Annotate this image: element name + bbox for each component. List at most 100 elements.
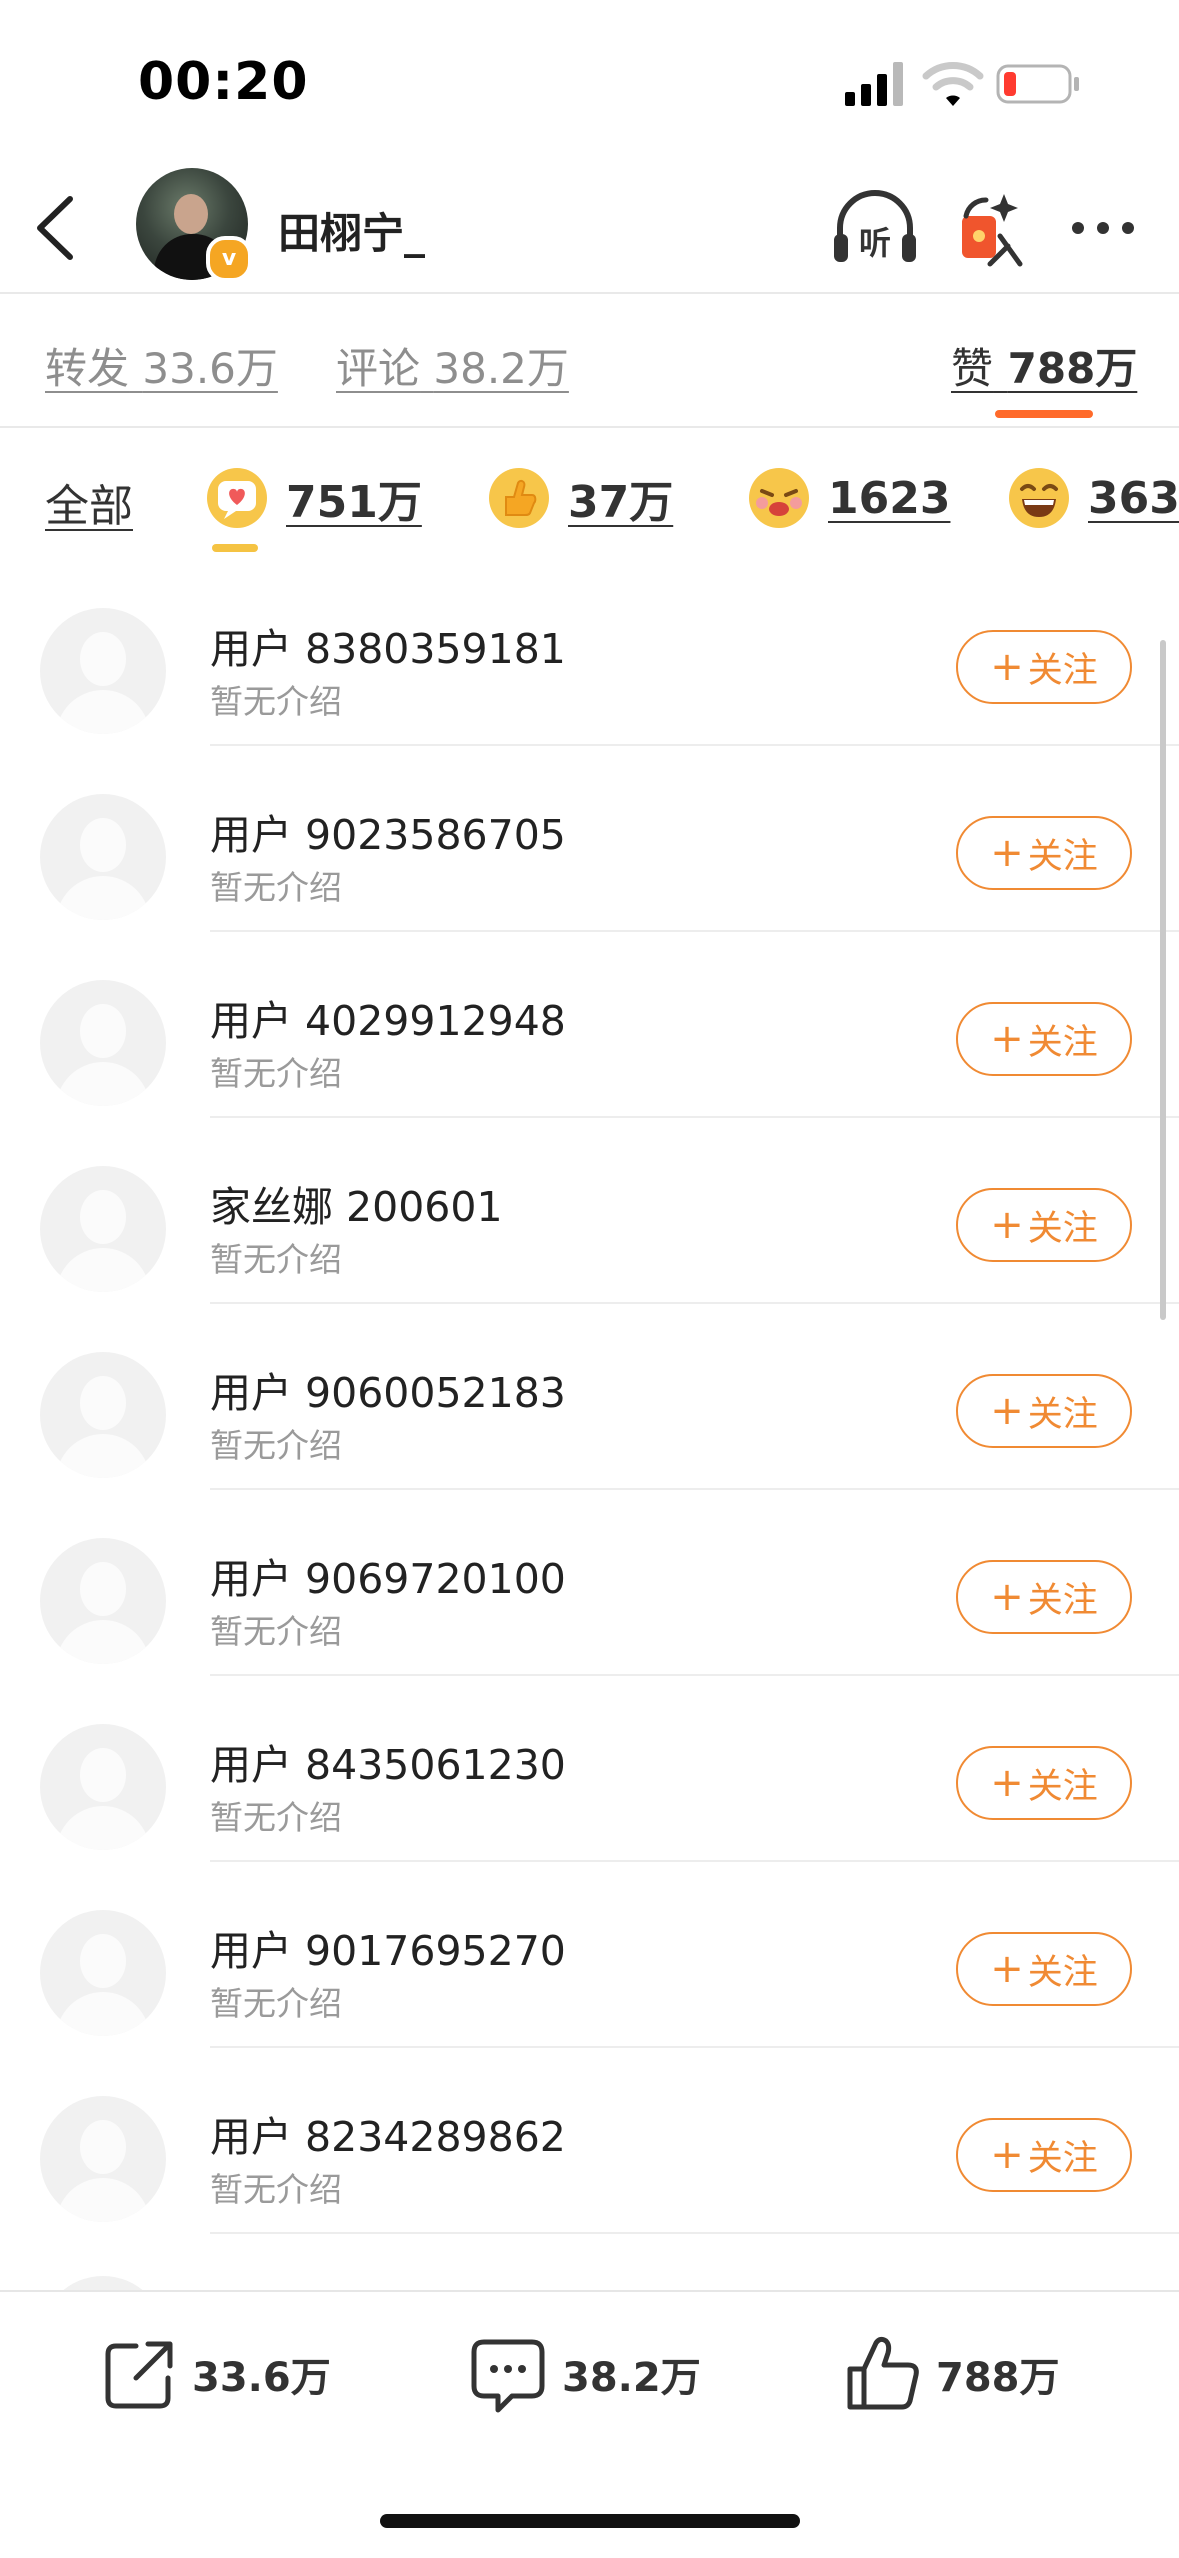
plus-icon: + bbox=[990, 830, 1024, 876]
tab-active-indicator bbox=[995, 410, 1093, 418]
follow-label: 关注 bbox=[1027, 1022, 1098, 1063]
follow-label: 关注 bbox=[1027, 836, 1098, 877]
laughing-emoji-icon bbox=[1009, 468, 1069, 528]
follow-button[interactable]: + 关注 bbox=[956, 816, 1132, 890]
user-bio: 暂无介绍 bbox=[210, 868, 342, 907]
reaction-filter-laughing[interactable]: 363 bbox=[1008, 462, 1179, 534]
list-item[interactable]: 用户 8380359181 暂无介绍 + 关注 bbox=[0, 560, 1179, 746]
follow-label: 关注 bbox=[1027, 2138, 1098, 2179]
tab-repost-count: 33.6万 bbox=[142, 344, 278, 393]
gift-icon[interactable] bbox=[956, 186, 1028, 268]
user-bio: 暂无介绍 bbox=[210, 682, 342, 721]
user-avatar[interactable] bbox=[40, 1538, 166, 1664]
tab-like-count: 788万 bbox=[1007, 344, 1138, 393]
tab-like[interactable]: 赞 788万 bbox=[951, 335, 1137, 396]
follow-label: 关注 bbox=[1027, 1580, 1098, 1621]
user-avatar[interactable] bbox=[40, 794, 166, 920]
list-item[interactable]: 用户 9023586705 暂无介绍 + 关注 bbox=[0, 746, 1179, 932]
repost-button[interactable]: 33.6万 bbox=[102, 2330, 331, 2418]
list-item[interactable]: 用户 9017695270 暂无介绍 + 关注 bbox=[0, 1862, 1179, 2048]
repost-count: 33.6万 bbox=[192, 2355, 331, 2401]
scrollbar[interactable] bbox=[1160, 640, 1166, 1320]
user-avatar[interactable] bbox=[40, 608, 166, 734]
user-name[interactable]: 用户 9060052183 bbox=[210, 1359, 566, 1419]
user-name[interactable]: 家丝娜 200601 bbox=[210, 1173, 503, 1233]
user-avatar[interactable] bbox=[40, 1352, 166, 1478]
follow-label: 关注 bbox=[1027, 650, 1098, 691]
plus-icon: + bbox=[990, 1388, 1024, 1434]
user-bio: 暂无介绍 bbox=[210, 1612, 342, 1651]
signal-icon bbox=[845, 62, 903, 106]
follow-button[interactable]: + 关注 bbox=[956, 630, 1132, 704]
reaction-filter-heart[interactable]: 751万 bbox=[206, 462, 422, 534]
reaction-laughing-count: 363 bbox=[1088, 472, 1179, 524]
plus-icon: + bbox=[990, 1016, 1024, 1062]
home-indicator bbox=[380, 2514, 800, 2528]
user-name[interactable]: 用户 9023586705 bbox=[210, 801, 566, 861]
follow-button[interactable]: + 关注 bbox=[956, 1932, 1132, 2006]
status-time: 00:20 bbox=[138, 52, 309, 112]
follow-button[interactable]: + 关注 bbox=[956, 1560, 1132, 1634]
like-icon bbox=[847, 2336, 919, 2410]
user-bio: 暂无介绍 bbox=[210, 1984, 342, 2023]
user-name[interactable]: 用户 9069720100 bbox=[210, 1545, 566, 1605]
user-name[interactable]: 用户 8380359181 bbox=[210, 615, 566, 675]
like-count: 788万 bbox=[936, 2355, 1060, 2401]
user-name[interactable]: 用户 4029912948 bbox=[210, 987, 566, 1047]
plus-icon: + bbox=[990, 644, 1024, 690]
row-divider bbox=[210, 2232, 1179, 2234]
follow-button[interactable]: + 关注 bbox=[956, 1374, 1132, 1448]
follow-button[interactable]: + 关注 bbox=[956, 1002, 1132, 1076]
tab-comment-label: 评论 bbox=[336, 344, 421, 393]
list-item[interactable]: 用户 9069720100 暂无介绍 + 关注 bbox=[0, 1490, 1179, 1676]
follow-button[interactable]: + 关注 bbox=[956, 2118, 1132, 2192]
list-item[interactable]: 家丝娜 200601 暂无介绍 + 关注 bbox=[0, 1118, 1179, 1304]
list-item[interactable]: 用户 8234289862 暂无介绍 + 关注 bbox=[0, 2048, 1179, 2234]
tab-repost-label: 转发 bbox=[45, 344, 130, 393]
user-bio: 暂无介绍 bbox=[210, 1426, 342, 1465]
plus-icon: + bbox=[990, 1202, 1024, 1248]
author-avatar[interactable]: v bbox=[136, 168, 252, 282]
plus-icon: + bbox=[990, 1760, 1024, 1806]
battery-icon bbox=[996, 64, 1079, 104]
list-item[interactable]: 用户 9060052183 暂无介绍 + 关注 bbox=[0, 1304, 1179, 1490]
user-avatar[interactable] bbox=[40, 2096, 166, 2222]
list-item[interactable]: 用户 4029912948 暂无介绍 + 关注 bbox=[0, 932, 1179, 1118]
tearful-emoji-icon bbox=[749, 468, 809, 528]
user-bio: 暂无介绍 bbox=[210, 1054, 342, 1093]
user-avatar[interactable] bbox=[40, 1724, 166, 1850]
tab-comment[interactable]: 评论 38.2万 bbox=[336, 335, 569, 396]
follow-button[interactable]: + 关注 bbox=[956, 1188, 1132, 1262]
reaction-filter-all[interactable]: 全部 bbox=[45, 470, 133, 534]
back-icon[interactable] bbox=[30, 195, 80, 261]
reaction-heart-count: 751万 bbox=[286, 477, 422, 528]
listen-label: 听 bbox=[859, 224, 891, 262]
header-divider bbox=[0, 292, 1179, 294]
reaction-filter-thumbs-up[interactable]: 37万 bbox=[488, 462, 673, 534]
comment-count: 38.2万 bbox=[562, 2355, 701, 2401]
reaction-active-indicator bbox=[212, 544, 258, 552]
user-avatar[interactable] bbox=[40, 1910, 166, 2036]
tab-like-label: 赞 bbox=[951, 344, 994, 393]
user-name[interactable]: 用户 9017695270 bbox=[210, 1917, 566, 1977]
tabs-divider bbox=[0, 426, 1179, 428]
reaction-filter-tearful[interactable]: 1623 bbox=[748, 462, 950, 534]
user-name[interactable]: 用户 8435061230 bbox=[210, 1731, 566, 1791]
more-icon[interactable] bbox=[1068, 218, 1138, 238]
user-avatar[interactable] bbox=[40, 980, 166, 1106]
author-name[interactable]: 田栩宁_ bbox=[278, 200, 425, 261]
user-avatar[interactable] bbox=[40, 1166, 166, 1292]
follow-label: 关注 bbox=[1027, 1394, 1098, 1435]
comment-icon bbox=[471, 2339, 545, 2413]
comment-button[interactable]: 38.2万 bbox=[468, 2330, 701, 2418]
follow-button[interactable]: + 关注 bbox=[956, 1746, 1132, 1820]
user-name[interactable]: 用户 8234289862 bbox=[210, 2103, 566, 2163]
listen-icon[interactable]: 听 bbox=[832, 188, 918, 268]
user-bio: 暂无介绍 bbox=[210, 2170, 342, 2209]
reaction-tearful-count: 1623 bbox=[828, 472, 951, 524]
follow-label: 关注 bbox=[1027, 1766, 1098, 1807]
list-item[interactable]: 用户 8435061230 暂无介绍 + 关注 bbox=[0, 1676, 1179, 1862]
like-button[interactable]: 788万 bbox=[844, 2330, 1060, 2418]
repost-icon bbox=[105, 2341, 173, 2409]
tab-repost[interactable]: 转发 33.6万 bbox=[45, 335, 278, 396]
